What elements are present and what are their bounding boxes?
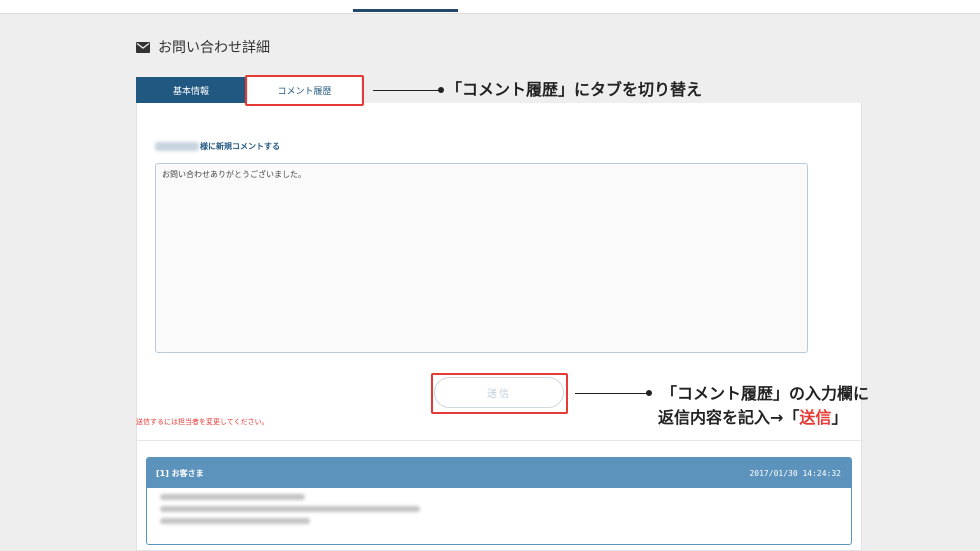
tab-callout-dot [438,87,444,93]
redacted-comment-line [160,506,420,512]
history-item-header: [1] お客さま 2017/01/30 14:24:32 [147,458,851,488]
send-callout-highlight: 送信 [799,408,832,427]
tab-callout-text: 「コメント履歴」にタブを切り替え [446,80,703,99]
envelope-icon [136,41,150,53]
top-nav-active-indicator [353,9,458,12]
tab-highlight-box [245,75,364,106]
send-callout-suffix: 」 [831,408,848,427]
send-highlight-box [431,373,568,414]
redacted-customer-name [155,142,199,151]
send-callout-prefix: 返信内容を記入→「 [658,408,800,427]
comment-textarea[interactable]: お問い合わせありがとうございました。 [155,163,808,353]
tab-callout-line [373,90,440,91]
tab-basic-info[interactable]: 基本情報 [136,77,246,103]
send-callout-text-line2: 返信内容を記入→「送信」 [658,407,847,429]
top-navigation-bar [0,0,980,14]
send-warning-text: 送信するには担当者を変更してください。 [136,418,269,426]
page-title: お問い合わせ詳細 [136,37,270,57]
compose-label: 様に新規コメントする [200,142,280,151]
redacted-comment-line [160,518,310,524]
send-callout-dot [646,390,652,396]
page-title-text: お問い合わせ詳細 [158,40,270,56]
send-callout-text-line1: 「コメント履歴」の入力欄に [661,384,870,403]
send-callout-line [575,393,649,394]
redacted-comment-line [160,494,305,500]
tab-basic-info-label: 基本情報 [172,86,209,97]
section-divider [137,440,861,441]
history-item: [1] お客さま 2017/01/30 14:24:32 [146,457,852,545]
history-item-author: [1] お客さま [156,468,204,478]
history-item-date: 2017/01/30 14:24:32 [749,468,841,478]
